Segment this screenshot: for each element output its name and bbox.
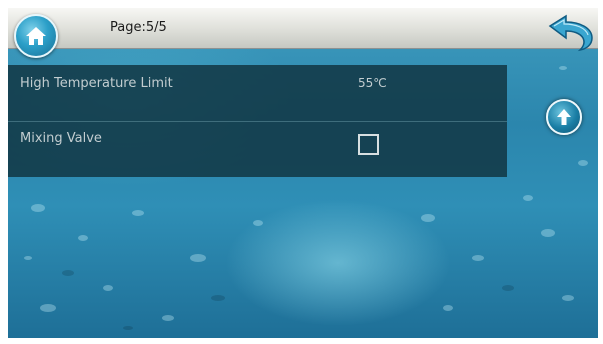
home-icon (26, 27, 46, 45)
settings-panel: High Temperature Limit 55℃ Mixing Valve (8, 65, 507, 177)
up-arrow-icon (557, 109, 571, 125)
setting-row-mixing-valve: Mixing Valve (8, 121, 507, 177)
setting-value: 55℃ (358, 76, 387, 90)
setting-label: High Temperature Limit (20, 76, 173, 91)
top-bar: Page:5/5 (8, 8, 598, 52)
back-arrow-icon (548, 14, 593, 52)
page-indicator: Page:5/5 (110, 20, 167, 35)
setting-row-high-temperature-limit[interactable]: High Temperature Limit 55℃ (8, 65, 507, 122)
back-button[interactable] (546, 14, 596, 52)
home-button[interactable] (14, 14, 58, 58)
scroll-up-button[interactable] (546, 99, 582, 135)
mixing-valve-checkbox[interactable] (358, 134, 379, 155)
screen: Page:5/5 High Temperature Limit 55℃ Mixi… (8, 8, 598, 338)
setting-label: Mixing Valve (20, 131, 102, 146)
